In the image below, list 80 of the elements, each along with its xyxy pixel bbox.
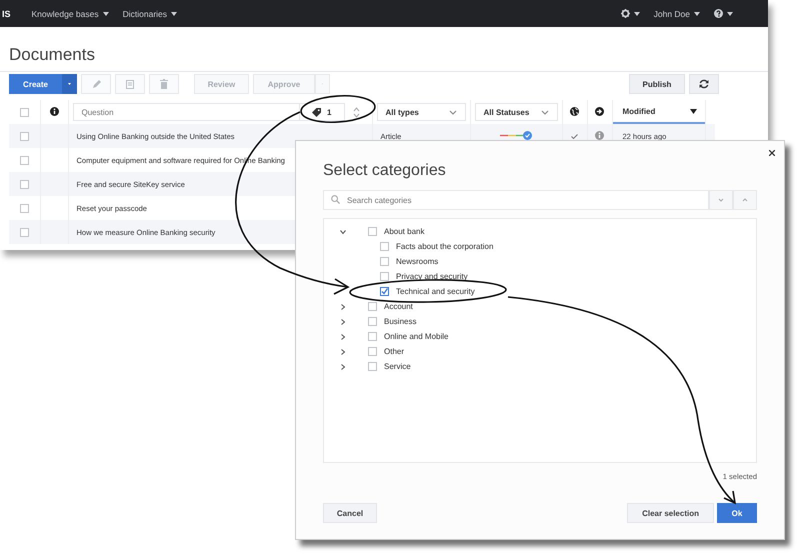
help-icon bbox=[714, 9, 723, 18]
category-label[interactable]: Online and Mobile bbox=[384, 332, 448, 341]
collapse-all-button[interactable] bbox=[733, 190, 757, 210]
checkbox[interactable] bbox=[368, 362, 377, 371]
check-icon bbox=[571, 134, 578, 138]
brand-logo: IS bbox=[2, 8, 11, 18]
sort-icon[interactable] bbox=[352, 106, 360, 118]
category-label[interactable]: Facts about the corporation bbox=[396, 242, 494, 251]
sort-descending-icon bbox=[690, 108, 696, 114]
refresh-icon bbox=[699, 79, 709, 89]
search-field[interactable]: Search categories bbox=[323, 190, 709, 210]
chevron-right-icon bbox=[341, 364, 345, 370]
pencil-icon bbox=[92, 80, 100, 88]
checkbox[interactable] bbox=[380, 257, 389, 266]
question-filter-field[interactable]: Question bbox=[72, 103, 300, 121]
checkbox[interactable] bbox=[380, 242, 389, 251]
create-dropdown-button[interactable] bbox=[62, 74, 77, 94]
category-label[interactable]: About bank bbox=[384, 227, 424, 236]
category-label[interactable]: Business bbox=[384, 317, 416, 326]
checkbox[interactable] bbox=[368, 227, 377, 236]
dialog-button[interactable]: Cancel bbox=[323, 503, 377, 523]
settings-icon bbox=[620, 9, 630, 18]
category-label[interactable]: Privacy and security bbox=[396, 272, 468, 281]
caret-icon bbox=[634, 12, 640, 16]
caret-icon bbox=[68, 82, 71, 86]
checkbox[interactable] bbox=[20, 204, 29, 212]
chevron-down-icon bbox=[718, 198, 724, 202]
search-icon bbox=[331, 195, 340, 204]
close-icon bbox=[769, 150, 775, 156]
checkbox[interactable] bbox=[368, 317, 377, 326]
checkbox[interactable] bbox=[380, 272, 389, 281]
status-filter-dropdown[interactable]: All Statuses bbox=[474, 103, 558, 121]
sign-in-icon bbox=[595, 106, 604, 116]
checkbox[interactable] bbox=[20, 132, 29, 140]
type-filter-dropdown[interactable]: All types bbox=[376, 103, 466, 121]
checkbox[interactable] bbox=[20, 228, 29, 236]
info-icon bbox=[50, 106, 58, 116]
trash-icon bbox=[160, 79, 168, 89]
caret-icon bbox=[102, 12, 109, 16]
category-count: 1 bbox=[327, 108, 332, 116]
document-icon bbox=[126, 80, 134, 88]
checkbox[interactable] bbox=[368, 302, 377, 311]
checkbox[interactable] bbox=[20, 108, 29, 116]
page-title: Documents bbox=[9, 45, 96, 66]
approve-dropdown-button[interactable] bbox=[315, 74, 330, 94]
expand-all-button[interactable] bbox=[709, 190, 733, 210]
checkbox[interactable] bbox=[20, 156, 29, 164]
dialog-button[interactable]: Ok bbox=[717, 503, 757, 523]
category-label[interactable]: Technical and security bbox=[396, 287, 475, 296]
category-label[interactable]: Newsrooms bbox=[396, 257, 438, 266]
checkbox[interactable] bbox=[368, 332, 377, 341]
nav-menu[interactable]: Knowledge bases bbox=[24, 8, 116, 18]
close-button[interactable] bbox=[769, 148, 775, 159]
chevron-down-icon bbox=[540, 110, 548, 114]
nav-menu[interactable]: Dictionaries bbox=[116, 8, 184, 18]
category-filter[interactable]: 1 bbox=[300, 103, 344, 121]
chevron-down-icon bbox=[448, 110, 456, 114]
globe-icon bbox=[570, 106, 579, 116]
category-label[interactable]: Account bbox=[384, 302, 413, 311]
caret-icon bbox=[171, 12, 178, 16]
caret-icon bbox=[694, 12, 700, 16]
chevron-right-icon bbox=[341, 318, 345, 324]
chevron-right-icon bbox=[341, 304, 345, 310]
checkbox[interactable] bbox=[380, 287, 389, 296]
category-label[interactable]: Other bbox=[384, 347, 404, 356]
caret-icon bbox=[727, 12, 733, 16]
refresh-button[interactable] bbox=[689, 74, 719, 94]
chevron-right-icon bbox=[341, 348, 345, 354]
dialog-button[interactable]: Clear selection bbox=[627, 503, 714, 523]
create-button[interactable]: Create bbox=[9, 74, 62, 94]
tag-icon bbox=[312, 108, 322, 116]
checkbox[interactable] bbox=[20, 180, 29, 188]
publish-button[interactable]: Publish bbox=[629, 74, 685, 94]
user-menu[interactable]: John Doe bbox=[646, 8, 707, 18]
chevron-down-icon bbox=[340, 230, 346, 234]
expand-toggle[interactable] bbox=[338, 230, 348, 234]
category-label[interactable]: Service bbox=[384, 362, 411, 371]
chevron-up-icon bbox=[742, 198, 748, 202]
chevron-right-icon bbox=[341, 334, 345, 340]
checkbox[interactable] bbox=[368, 347, 377, 356]
